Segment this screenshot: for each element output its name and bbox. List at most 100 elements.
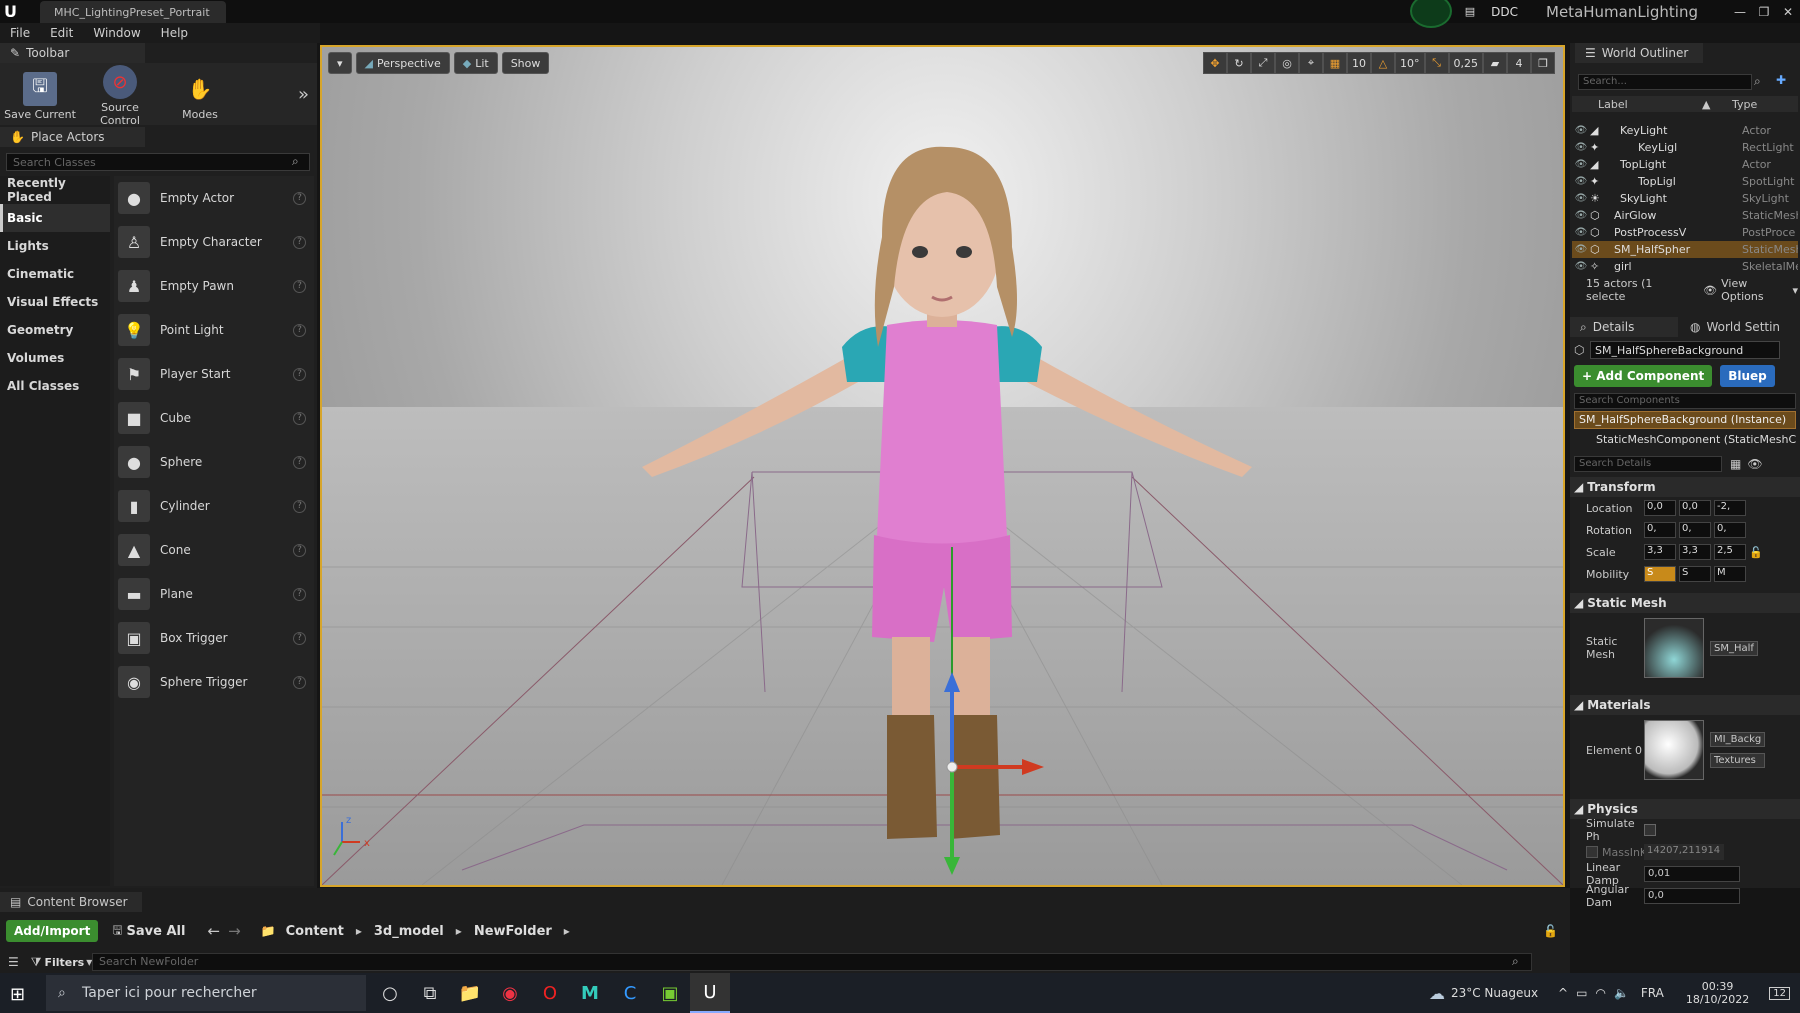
help-icon[interactable]: ? — [293, 279, 306, 293]
help-icon[interactable]: ? — [293, 631, 306, 645]
document-tab[interactable]: MHC_LightingPreset_Portrait — [40, 1, 226, 23]
category-cinematic[interactable]: Cinematic — [0, 260, 110, 288]
category-volumes[interactable]: Volumes — [0, 344, 110, 372]
help-icon[interactable]: ? — [293, 411, 306, 425]
actor-box-trigger[interactable]: ▣ Box Trigger? — [114, 616, 314, 660]
search-components-input[interactable]: Search Components — [1574, 393, 1796, 409]
world-local-icon[interactable]: ◎ — [1275, 52, 1299, 74]
blueprint-button[interactable]: Bluep — [1720, 365, 1775, 387]
location-x[interactable]: 0,0 — [1644, 500, 1676, 516]
outliner-row[interactable]: 👁 ☀ SkyLight SkyLight — [1572, 190, 1798, 207]
opera-icon[interactable]: O — [530, 973, 570, 1013]
mass-checkbox[interactable] — [1586, 846, 1598, 858]
level-viewport[interactable]: z x ▾ ◢ Perspective ◆ Lit Show ✥ ↻ ⤢ ◎ ⌖ ▦… — [320, 45, 1565, 887]
category-basic[interactable]: Basic — [0, 204, 110, 232]
maximize-viewport-icon[interactable]: ❐ — [1531, 52, 1555, 74]
perspective-button[interactable]: ◢ Perspective — [355, 52, 450, 74]
translate-icon[interactable]: ✥ — [1203, 52, 1227, 74]
cortana-icon[interactable]: ○ — [370, 973, 410, 1013]
linear-damping-input[interactable]: 0,01 — [1644, 866, 1740, 882]
content-search-input[interactable]: Search NewFolder — [92, 953, 1532, 971]
expand-toolbar-icon[interactable]: » — [298, 84, 309, 105]
outliner-row[interactable]: 👁 ◢ TopLight Actor — [1572, 156, 1798, 173]
volume-icon[interactable]: 🔈 — [1614, 986, 1629, 1000]
add-component-button[interactable]: + Add Component — [1574, 365, 1713, 387]
show-button[interactable]: Show — [501, 52, 550, 74]
eye-icon[interactable]: 👁 — [1572, 142, 1590, 153]
place-actors-tab[interactable]: ✋ Place Actors — [0, 127, 145, 147]
viewport-options-button[interactable]: ▾ — [328, 52, 352, 74]
minimize-icon[interactable]: — — [1728, 5, 1752, 19]
notification-icon[interactable]: 12 — [1769, 986, 1790, 1000]
rotation-y[interactable]: 0, — [1679, 522, 1711, 538]
outliner-row[interactable]: 👁 ✧ girl SkeletalMe — [1572, 258, 1798, 275]
actor-sphere-trigger[interactable]: ◉ Sphere Trigger? — [114, 660, 314, 704]
category-all-classes[interactable]: All Classes — [0, 372, 110, 400]
materials-section[interactable]: ◢ Materials — [1570, 695, 1800, 715]
rotate-icon[interactable]: ↻ — [1227, 52, 1251, 74]
outliner-row[interactable]: 👁 ◢ KeyLight Actor — [1572, 122, 1798, 139]
mobility-static[interactable]: S — [1644, 566, 1676, 582]
world-outliner-tab[interactable]: ☰ World Outliner — [1575, 43, 1703, 63]
physics-section[interactable]: ◢ Physics — [1570, 799, 1800, 819]
chevron-up-icon[interactable]: ^ — [1558, 986, 1568, 1000]
rotation-label[interactable]: Rotation — [1570, 524, 1644, 537]
source-control-button[interactable]: ⊘ Source Control — [80, 61, 160, 127]
menu-file[interactable]: File — [0, 26, 40, 40]
rotation-snap-value[interactable]: 10° — [1395, 52, 1425, 74]
forward-icon[interactable]: → — [228, 922, 241, 940]
outliner-row[interactable]: 👁 ✦ TopLigl SpotLight — [1572, 173, 1798, 190]
scale-snap-icon[interactable]: ⤡ — [1424, 52, 1449, 74]
category-visual-effects[interactable]: Visual Effects — [0, 288, 110, 316]
sources-toggle-icon[interactable]: ☰ — [8, 955, 19, 969]
grid-snap-value[interactable]: 10 — [1347, 52, 1371, 74]
maximize-icon[interactable]: ❐ — [1752, 5, 1776, 19]
actor-cone[interactable]: ▲ Cone? — [114, 528, 314, 572]
world-settings-tab[interactable]: ◍ World Settin — [1678, 320, 1780, 334]
scale-snap-value[interactable]: 0,25 — [1448, 52, 1483, 74]
metahuman-icon[interactable]: M — [570, 973, 610, 1013]
eye-icon[interactable]: 👁 — [1572, 125, 1590, 136]
battery-icon[interactable]: ▭ — [1576, 986, 1587, 1000]
search-details-input[interactable]: Search Details — [1574, 456, 1722, 472]
scale-label[interactable]: Scale — [1570, 546, 1644, 559]
scale-x[interactable]: 3,3 — [1644, 544, 1676, 560]
save-current-button[interactable]: 🖫 Save Current — [0, 68, 80, 121]
mobility-movable[interactable]: M — [1714, 566, 1746, 582]
ddc-status-icon[interactable] — [1410, 0, 1452, 28]
actor-empty-actor[interactable]: ● Empty Actor? — [114, 176, 314, 220]
static-mesh-section[interactable]: ◢ Static Mesh — [1570, 593, 1800, 613]
lock-icon[interactable]: 🔓 — [1749, 546, 1763, 559]
path-content[interactable]: Content — [286, 924, 344, 939]
transform-section[interactable]: ◢ Transform — [1570, 477, 1800, 497]
windows-start-icon[interactable]: ⊞ — [10, 984, 30, 1005]
close-icon[interactable]: ✕ — [1776, 5, 1800, 19]
actor-player-start[interactable]: ⚑ Player Start? — [114, 352, 314, 396]
grid-view-icon[interactable]: ▦ — [1730, 457, 1741, 471]
lit-button[interactable]: ◆ Lit — [453, 52, 498, 74]
nvidia-icon[interactable]: ▣ — [650, 973, 690, 1013]
chrome-icon[interactable]: ◉ — [490, 973, 530, 1013]
actor-empty-pawn[interactable]: ♟ Empty Pawn? — [114, 264, 314, 308]
help-icon[interactable]: ? — [293, 367, 306, 381]
task-view-icon[interactable]: ⧉ — [410, 973, 450, 1013]
object-name-input[interactable]: SM_HalfSphereBackground — [1590, 341, 1780, 359]
eye-icon[interactable]: 👁 — [1572, 159, 1590, 170]
col-label[interactable]: Label — [1572, 98, 1702, 111]
static-mesh-dropdown[interactable]: SM_Half — [1710, 640, 1758, 656]
actor-empty-character[interactable]: ♙ Empty Character? — [114, 220, 314, 264]
menu-edit[interactable]: Edit — [40, 26, 83, 40]
scale-y[interactable]: 3,3 — [1679, 544, 1711, 560]
clock[interactable]: 00:39 18/10/2022 — [1686, 980, 1749, 1006]
material-dropdown[interactable]: MI_Backg — [1710, 732, 1766, 747]
eye-icon[interactable]: 👁 — [1572, 227, 1590, 238]
filters-button[interactable]: Filters — [44, 956, 84, 969]
textures-dropdown[interactable]: Textures — [1710, 753, 1766, 768]
category-geometry[interactable]: Geometry — [0, 316, 110, 344]
rotation-z[interactable]: 0, — [1714, 522, 1746, 538]
path-3d-model[interactable]: 3d_model — [374, 924, 444, 939]
eye-icon[interactable]: 👁 — [1572, 193, 1590, 204]
eye-icon[interactable]: 👁 — [1572, 261, 1590, 272]
outliner-row-selected[interactable]: 👁 ⬡ SM_HalfSpher StaticMesh — [1572, 241, 1798, 258]
scale-icon[interactable]: ⤢ — [1251, 52, 1275, 74]
